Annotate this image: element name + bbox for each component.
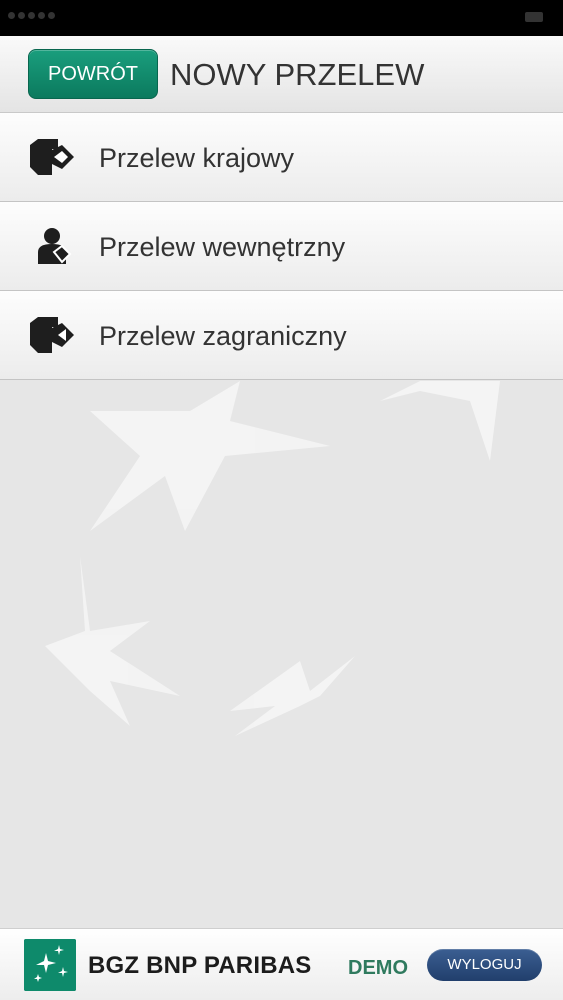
- menu-item-label: Przelew krajowy: [99, 143, 295, 173]
- menu-item-domestic-transfer[interactable]: Przelew krajowy: [0, 113, 563, 202]
- foreign-transfer-icon: [30, 317, 74, 353]
- battery-icon: [525, 12, 543, 22]
- menu-item-label: Przelew wewnętrzny: [99, 232, 346, 262]
- internal-transfer-icon: [38, 228, 72, 264]
- page-title: NOWY PRZELEW: [170, 57, 425, 92]
- brand-name: BGZ BNP PARIBAS: [88, 952, 312, 979]
- demo-label: DEMO: [348, 957, 408, 979]
- signal-icon: [8, 12, 55, 19]
- status-bar: [0, 0, 563, 36]
- back-button[interactable]: POWRÓT: [28, 49, 158, 99]
- bank-logo-icon: [24, 939, 76, 991]
- menu-item-label: Przelew zagraniczny: [99, 321, 347, 351]
- logout-button[interactable]: WYLOGUJ: [427, 949, 542, 981]
- menu-item-foreign-transfer[interactable]: Przelew zagraniczny: [0, 291, 563, 380]
- background-stars-watermark: [45, 381, 500, 736]
- transfer-menu: Przelew krajowy Przelew wewnętrzny Przel…: [0, 113, 563, 380]
- domestic-transfer-icon: [30, 139, 74, 175]
- header: POWRÓT NOWY PRZELEW: [0, 36, 563, 113]
- footer: BGZ BNP PARIBAS DEMO WYLOGUJ: [0, 928, 563, 1000]
- menu-item-internal-transfer[interactable]: Przelew wewnętrzny: [0, 202, 563, 291]
